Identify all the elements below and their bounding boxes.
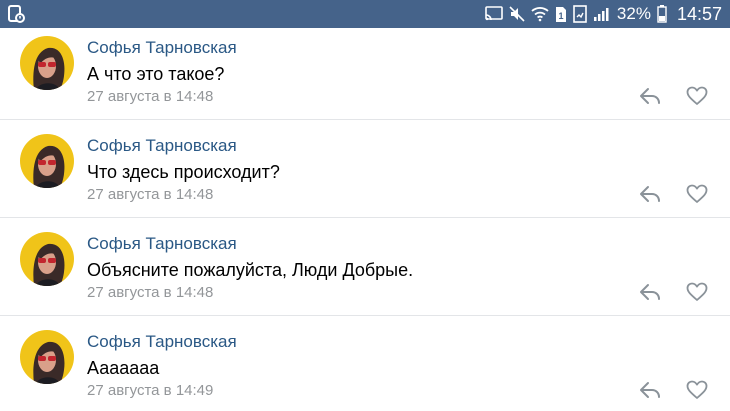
comment-author[interactable]: Софья Тарновская [87,38,237,58]
reply-icon[interactable] [639,184,661,204]
reply-icon[interactable] [639,86,661,106]
like-icon[interactable] [686,184,708,204]
comment-item[interactable]: Софья Тарновская А что это такое? 27 авгус… [0,28,730,126]
avatar[interactable] [20,36,74,90]
comment-date[interactable]: 27 августа в 14:48 [87,186,213,203]
like-icon[interactable] [686,380,708,400]
comment-author[interactable]: Софья Тарновская [87,332,237,352]
comment-item[interactable]: Софья Тарновская Аааааaa 27 августа в 14:4… [0,322,730,411]
comment-text: Аааааaa [87,358,160,378]
comment-item[interactable]: Софья Тарновская Что здесь происходит? 27 … [0,126,730,224]
comment-author[interactable]: Софья Тарновская [87,136,237,156]
comment-date[interactable]: 27 августа в 14:49 [87,382,213,399]
svg-text:1: 1 [558,11,563,21]
clock: 14:57 [676,3,722,24]
avatar[interactable] [20,232,74,286]
like-icon[interactable] [686,86,708,106]
comment-item[interactable]: Софья Тарновская Объясните пожалуйста, Лю… [0,224,730,322]
avatar[interactable] [20,330,74,384]
comment-text: Объясните пожалуйста, Люди Добрые. [87,260,414,280]
signal-icon [593,6,611,22]
comment-author[interactable]: Софья Тарновская [87,234,237,254]
battery-saver-icon [573,5,587,23]
comment-list: Софья Тарновская А что это такое? 27 авгус… [0,28,730,411]
reply-icon[interactable] [639,380,661,400]
comment-date[interactable]: 27 августа в 14:48 [87,88,213,105]
save-icon [6,4,26,24]
battery-percent: 32% [616,4,651,23]
mute-icon [509,6,525,22]
wifi-icon [531,6,549,22]
reply-icon[interactable] [639,282,661,302]
divider [0,119,730,120]
status-icons: 1 32% 14:57 [485,0,722,28]
battery-icon [657,5,667,23]
sim-icon: 1 [555,6,567,23]
status-bar: 1 32% 14:57 [0,0,730,28]
avatar[interactable] [20,134,74,188]
divider [0,315,730,316]
cast-icon [485,6,503,22]
comment-text: Что здесь происходит? [87,162,280,182]
comment-text: А что это такое? [87,64,225,84]
like-icon[interactable] [686,282,708,302]
divider [0,217,730,218]
comment-date[interactable]: 27 августа в 14:48 [87,284,213,301]
